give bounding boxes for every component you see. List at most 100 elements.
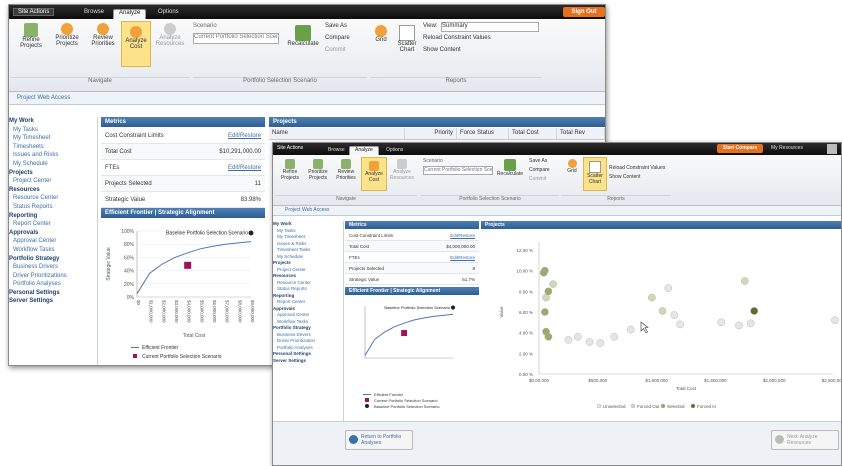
x-tick-label: $1,000,000 <box>149 300 154 323</box>
sidebar-item[interactable]: Business Drivers <box>9 263 97 272</box>
button-label: Analyze Cost <box>125 38 147 50</box>
sidebar-item[interactable]: Driver Prioritizations <box>9 272 97 281</box>
column-total-cost[interactable]: Total Cost <box>509 128 557 139</box>
tab-options[interactable]: Options <box>153 9 184 15</box>
scatter-chart-button[interactable]: Scatter Chart <box>583 157 607 191</box>
mouse-cursor-icon <box>640 321 649 334</box>
sidebar-heading[interactable]: Portfolio Strategy <box>9 255 97 264</box>
reload-constraints-option[interactable]: Reload Constraint Values <box>609 165 665 171</box>
sidebar-item[interactable]: Approval Center <box>9 237 97 246</box>
metric-value: 83.98% <box>240 197 261 203</box>
legend-label: Current Portfolio Selection Scenario <box>142 354 222 360</box>
column-force-status[interactable]: Force Status <box>457 128 509 139</box>
view-select[interactable]: Summary <box>441 22 539 32</box>
save-as-button[interactable]: Save As <box>325 23 347 29</box>
reload-constraints-option[interactable]: Reload Constraint Values <box>423 35 491 41</box>
sidebar-item[interactable]: Portfolio Analyses <box>9 280 97 289</box>
sidebar-item[interactable]: Resource Center <box>9 194 97 203</box>
metric-label: FTEs <box>105 165 120 171</box>
sidebar-item[interactable]: My Schedule <box>9 160 97 169</box>
site-actions-menu[interactable]: Site Actions <box>277 145 303 151</box>
sidebar-heading[interactable]: My Work <box>9 117 97 126</box>
y-tick-label: 20% <box>124 282 135 288</box>
edit-restore-link[interactable]: Edit/Restore <box>450 252 475 263</box>
baseline-label: Baseline Portfolio Selection Scenario <box>166 230 248 236</box>
user-menu[interactable]: My Resources <box>771 145 803 151</box>
sidebar-heading[interactable]: Reporting <box>9 212 97 221</box>
analyze-cost-button[interactable]: Analyze Cost <box>121 21 151 67</box>
scatter-chart-button[interactable]: Scatter Chart <box>395 25 419 53</box>
breadcrumb-text[interactable]: Project Web Access <box>17 95 70 101</box>
sidebar-heading[interactable]: Resources <box>9 186 97 195</box>
analyze-cost-button[interactable]: Analyze Cost <box>361 157 387 191</box>
review-priorities-button[interactable]: Review Priorities <box>333 159 359 181</box>
sidebar-heading[interactable]: Approvals <box>9 229 97 238</box>
scenario-select[interactable]: Current Portfolio Selection Scenario <box>193 33 279 44</box>
sidebar-item[interactable]: Timesheets <box>9 143 97 152</box>
analyze-resources-button[interactable]: Analyze Resources <box>389 159 415 181</box>
next-analyze-resources-button[interactable]: Next: Analyze Resources <box>771 430 839 450</box>
prioritize-projects-button[interactable]: Prioritize Projects <box>305 159 331 181</box>
column-name[interactable]: Name <box>269 128 405 139</box>
tab-options[interactable]: Options <box>381 147 408 153</box>
edit-restore-link[interactable]: Edit/Restore <box>228 128 261 144</box>
metric-label: Cost Constraint Limits <box>105 133 164 139</box>
cost-icon <box>130 26 142 38</box>
breadcrumb: Project Web Access <box>9 92 605 105</box>
group-reports: Reports <box>561 195 671 202</box>
sidebar-item[interactable]: Project Center <box>9 177 97 186</box>
metric-label: Strategic Value <box>349 277 380 282</box>
edit-restore-link[interactable]: Edit/Restore <box>450 230 475 241</box>
scenario-label: Scenario <box>193 23 217 29</box>
grid-button[interactable]: Grid <box>563 159 581 174</box>
compare-button[interactable]: Compare <box>325 35 350 41</box>
compare-button[interactable]: Compare <box>529 167 550 173</box>
return-to-analyses-button[interactable]: Return to Portfolio Analyses <box>345 430 413 450</box>
refine-projects-button[interactable]: Refine Projects <box>277 159 303 181</box>
analyze-resources-button[interactable]: Analyze Resources <box>153 23 187 47</box>
refine-projects-button[interactable]: Refine Projects <box>15 23 47 49</box>
commit-button[interactable]: Commit <box>325 47 346 53</box>
sidebar-item[interactable]: My Tasks <box>9 126 97 135</box>
column-priority[interactable]: Priority <box>405 128 457 139</box>
sidebar-item[interactable]: Issues and Risks <box>9 151 97 160</box>
sidebar-heading[interactable]: Personal Settings <box>9 289 97 298</box>
column-total-rev[interactable]: Total Rev <box>557 128 605 139</box>
legend-label: Current Portfolio Selection Scenario <box>374 398 438 403</box>
y-axis-title: Strategic Value <box>106 247 112 281</box>
site-actions-menu[interactable]: Site Actions <box>13 8 55 16</box>
x-tick-label: $0 <box>136 300 141 306</box>
commit-button[interactable]: Commit <box>529 176 546 182</box>
edit-restore-link[interactable]: Edit/Restore <box>228 160 261 176</box>
sidebar-heading[interactable]: Projects <box>9 169 97 178</box>
sidebar-item[interactable]: Workflow Tasks <box>9 246 97 255</box>
grid-button[interactable]: Grid <box>371 25 391 43</box>
scatter-icon <box>589 161 601 173</box>
recalculate-button[interactable]: Recalculate <box>495 159 525 177</box>
tab-browse[interactable]: Browse <box>79 9 109 15</box>
save-as-button[interactable]: Save As <box>529 158 547 164</box>
start-compare-button[interactable]: Start Compare <box>717 144 763 153</box>
recalculate-button[interactable]: Recalculate <box>285 25 321 47</box>
breadcrumb-text[interactable]: Project Web Access <box>285 207 329 213</box>
prioritize-icon <box>61 23 73 35</box>
prioritize-projects-button[interactable]: Prioritize Projects <box>51 23 83 47</box>
sidebar-item[interactable]: Status Reports <box>9 203 97 212</box>
review-priorities-button[interactable]: Review Priorities <box>87 23 119 47</box>
metric-row: Projects Selected 11 <box>101 176 265 192</box>
sidebar-item[interactable]: Report Center <box>9 220 97 229</box>
metric-value: 11 <box>254 181 261 187</box>
sidebar-heading[interactable]: Server Settings <box>273 358 343 365</box>
avatar <box>827 144 837 154</box>
show-content-option[interactable]: Show Content <box>423 47 461 53</box>
x-tick-label: $4,000,000 <box>187 300 192 323</box>
tab-browse[interactable]: Browse <box>323 147 350 153</box>
button-label: Recalculate <box>287 41 319 47</box>
y-tick-label: 2.00 % <box>519 351 533 356</box>
sidebar-heading[interactable]: Server Settings <box>9 297 97 306</box>
legend-label: Baseline Portfolio Selection Scenario <box>374 404 440 409</box>
sidebar-item[interactable]: My Timesheet <box>9 134 97 143</box>
sign-out-button[interactable]: Sign Out <box>563 7 605 17</box>
scenario-select[interactable]: Current Portfolio Selection Scenario <box>423 166 493 175</box>
show-content-option[interactable]: Show Content <box>609 174 640 180</box>
